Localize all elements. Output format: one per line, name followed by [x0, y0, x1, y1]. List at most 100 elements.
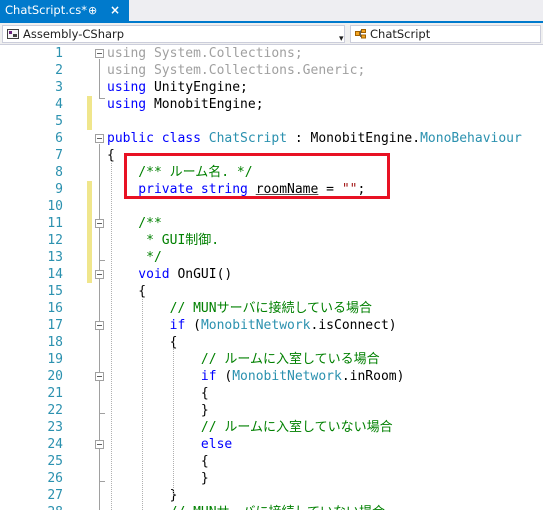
code-token: (: [185, 318, 201, 333]
code-token: using System.Collections;: [107, 46, 303, 61]
code-text: using System.Collections;: [107, 45, 303, 62]
csharp-project-icon: [7, 29, 19, 39]
code-line[interactable]: 26 }: [0, 470, 543, 487]
code-token: MonobitNetwork: [200, 318, 311, 333]
tab-chatscript[interactable]: ChatScript.cs* ⊕ ×: [0, 0, 129, 21]
line-number: 6: [55, 131, 63, 146]
outline-end: [99, 413, 105, 414]
code-text: // MUNサーバに接続していない場合: [107, 504, 385, 510]
outline-end: [99, 260, 105, 261]
code-line[interactable]: 4 using MonobitEngine;: [0, 96, 543, 113]
code-line[interactable]: 13 */: [0, 249, 543, 266]
code-line[interactable]: 21 {: [0, 385, 543, 402]
line-number: 10: [47, 199, 63, 214]
line-number: 11: [47, 216, 63, 231]
code-token: // ルームに入室していない場合: [107, 420, 393, 435]
code-token: }: [107, 471, 209, 486]
collapse-if-inroom-icon[interactable]: [95, 372, 104, 381]
line-number: 23: [47, 420, 63, 435]
code-token: }: [107, 403, 209, 418]
code-line[interactable]: 12 * GUI制御.: [0, 232, 543, 249]
collapse-class-icon[interactable]: [95, 134, 104, 143]
line-number: 17: [47, 318, 63, 333]
code-token: {: [107, 386, 209, 401]
code-line[interactable]: 23 // ルームに入室していない場合: [0, 419, 543, 436]
change-marker: [87, 215, 92, 232]
collapse-method-icon[interactable]: [95, 270, 104, 279]
change-marker: [87, 232, 92, 249]
code-token: */: [107, 250, 162, 265]
code-line[interactable]: 11 /**: [0, 215, 543, 232]
code-text: if (MonobitNetwork.inRoom): [107, 368, 405, 385]
line-number: 16: [47, 301, 63, 316]
code-text: // ルームに入室している場合: [107, 351, 380, 368]
line-number: 18: [47, 335, 63, 350]
code-token: (: [216, 369, 233, 384]
line-number: 2: [55, 63, 63, 78]
code-line[interactable]: 15 {: [0, 283, 543, 300]
code-line[interactable]: 25 {: [0, 453, 543, 470]
code-text: using System.Collections.Generic;: [107, 62, 365, 79]
code-line[interactable]: 18 {: [0, 334, 543, 351]
code-line[interactable]: 22 }: [0, 402, 543, 419]
collapse-using-icon[interactable]: [95, 49, 104, 58]
code-token: UnityEngine;: [146, 80, 248, 95]
code-line[interactable]: 20 if (MonobitNetwork.inRoom): [0, 368, 543, 385]
class-name: ChatScript: [370, 27, 431, 41]
code-token: {: [107, 284, 147, 299]
code-token: : MonobitEngine.: [287, 131, 421, 146]
code-text: public class ChatScript : MonobitEngine.…: [107, 130, 522, 147]
line-number: 9: [55, 182, 63, 197]
code-line[interactable]: 17 if (MonobitNetwork.isConnect): [0, 317, 543, 334]
change-marker: [87, 181, 92, 198]
code-line[interactable]: 14 void OnGUI(): [0, 266, 543, 283]
code-line[interactable]: 6 public class ChatScript : MonobitEngine…: [0, 130, 543, 147]
code-line[interactable]: 1 using System.Collections;: [0, 45, 543, 62]
class-icon: [355, 29, 366, 39]
line-number: 12: [47, 233, 63, 248]
code-text: // MUNサーバに接続している場合: [107, 300, 372, 317]
line-number: 13: [47, 250, 63, 265]
outline-end: [99, 481, 105, 482]
line-number: 14: [47, 267, 63, 282]
collapse-if-icon[interactable]: [95, 321, 104, 330]
code-line[interactable]: 10: [0, 198, 543, 215]
code-token: using: [107, 97, 147, 112]
change-marker: [87, 249, 92, 266]
change-marker: [87, 198, 92, 215]
line-number: 7: [55, 148, 63, 163]
change-marker: [87, 266, 92, 283]
code-line[interactable]: 19 // ルームに入室している場合: [0, 351, 543, 368]
indent-guide: [173, 348, 174, 494]
code-line[interactable]: 28 // MUNサーバに接続していない場合: [0, 504, 543, 510]
code-line[interactable]: 2 using System.Collections.Generic;: [0, 62, 543, 79]
code-line[interactable]: 3 using UnityEngine;: [0, 79, 543, 96]
line-number: 1: [55, 46, 63, 61]
pin-icon[interactable]: ⊕: [88, 0, 97, 21]
code-line[interactable]: 16 // MUNサーバに接続している場合: [0, 300, 543, 317]
code-line[interactable]: 24 else: [0, 436, 543, 453]
code-text: }: [107, 470, 209, 487]
collapse-else-icon[interactable]: [95, 440, 104, 449]
code-token: .isConnect): [310, 318, 397, 333]
document-tab-strip: ChatScript.cs* ⊕ ×: [0, 0, 543, 21]
code-line[interactable]: 5: [0, 113, 543, 130]
line-number: 3: [55, 80, 63, 95]
line-number: 15: [47, 284, 63, 299]
collapse-comment-icon[interactable]: [95, 219, 104, 228]
change-marker: [87, 96, 92, 113]
code-token: MonoBehaviour: [420, 131, 522, 146]
close-icon[interactable]: ×: [110, 0, 120, 21]
line-number: 28: [0, 504, 63, 510]
code-editor[interactable]: 1 using System.Collections; 2 using System.…: [0, 45, 543, 510]
class-dropdown[interactable]: ChatScript: [350, 25, 541, 43]
code-text: /**: [107, 215, 162, 232]
code-token: // MUNサーバに接続している場合: [107, 301, 373, 316]
code-text: {: [107, 385, 209, 402]
outline-guide: [99, 59, 100, 98]
code-token: /**: [107, 216, 162, 231]
code-token: // MUNサーバに接続していない場合: [107, 505, 385, 510]
project-dropdown[interactable]: Assembly-CSharp ▾: [2, 25, 345, 44]
code-line[interactable]: 27 }: [0, 487, 543, 504]
code-token: {: [107, 454, 209, 469]
